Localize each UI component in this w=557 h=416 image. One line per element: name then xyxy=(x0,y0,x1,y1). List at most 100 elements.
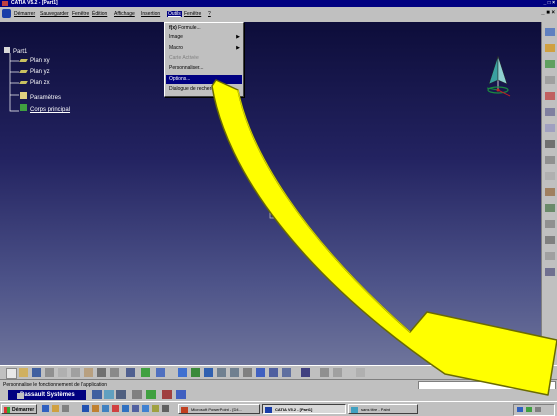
measure-icon[interactable] xyxy=(156,368,165,377)
workbench-icon[interactable] xyxy=(176,390,186,399)
origin-axis-icon xyxy=(269,206,283,219)
dassault-tab[interactable]: Dassault Systèmes xyxy=(8,390,86,400)
material-icon[interactable] xyxy=(320,368,329,377)
app-icon[interactable] xyxy=(132,405,139,412)
catia-logo-icon xyxy=(2,9,11,18)
new-icon[interactable] xyxy=(6,368,17,379)
thickness-icon[interactable] xyxy=(545,220,555,228)
pan-icon[interactable] xyxy=(191,368,200,377)
menu-bar: Démarrer Sauvegarder Fenêtre Édition Aff… xyxy=(0,7,557,23)
app-icon[interactable] xyxy=(142,405,149,412)
menu-file[interactable]: Fenêtre xyxy=(72,11,89,17)
menu-item-macro[interactable]: Macro ▶ xyxy=(166,44,242,53)
lighting-icon[interactable] xyxy=(333,368,342,377)
zoom-out-icon[interactable] xyxy=(230,368,239,377)
sketch-icon[interactable] xyxy=(356,368,365,377)
menu-start[interactable]: Démarrer xyxy=(14,11,35,17)
desktop-icon[interactable] xyxy=(62,405,69,412)
app-icon[interactable] xyxy=(92,405,99,412)
chamfer-icon[interactable] xyxy=(545,172,555,180)
workbench-icon[interactable] xyxy=(132,390,142,399)
window-controls[interactable]: _ □ × xyxy=(544,0,556,7)
menu-view[interactable]: Affichage xyxy=(114,11,135,17)
normal-view-icon[interactable] xyxy=(243,368,252,377)
fit-all-icon[interactable] xyxy=(178,368,187,377)
pattern-icon[interactable] xyxy=(545,268,555,276)
fillet-icon[interactable] xyxy=(545,156,555,164)
menu-insert[interactable]: Insertion xyxy=(141,11,160,17)
copy-icon[interactable] xyxy=(71,368,80,377)
rib-icon[interactable] xyxy=(545,124,555,132)
menu-item-options[interactable]: Options... xyxy=(166,75,242,84)
tray-icon[interactable] xyxy=(517,407,523,412)
zoom-in-icon[interactable] xyxy=(217,368,226,377)
hide-show-icon[interactable] xyxy=(282,368,291,377)
sketcher-icon[interactable] xyxy=(545,28,555,36)
menu-item-customize[interactable]: Personnaliser... xyxy=(166,64,242,73)
ds-logo-icon xyxy=(17,393,24,399)
menu-tools[interactable]: Outils xyxy=(167,11,182,17)
app-icon[interactable] xyxy=(82,405,89,412)
pad-icon[interactable] xyxy=(545,44,555,52)
swap-space-icon[interactable] xyxy=(301,368,310,377)
menu-help[interactable]: ? xyxy=(208,11,211,17)
app-icon[interactable] xyxy=(162,405,169,412)
print-icon[interactable] xyxy=(45,368,54,377)
catalog-icon[interactable] xyxy=(141,368,150,377)
task-paint[interactable]: sans titre - Paint xyxy=(348,404,418,414)
mdi-window-controls[interactable]: _ ■ × xyxy=(541,10,555,16)
powerpoint-icon xyxy=(181,407,188,413)
dassault-label: Dassault Systèmes xyxy=(20,392,75,398)
rotate-icon[interactable] xyxy=(204,368,213,377)
menu-edit[interactable]: Édition xyxy=(92,11,107,17)
app-icon[interactable] xyxy=(122,405,129,412)
app-tray-icons xyxy=(82,405,182,413)
thread-icon[interactable] xyxy=(545,236,555,244)
save-icon[interactable] xyxy=(32,368,41,377)
menu-save[interactable]: Sauvegarder xyxy=(40,11,69,17)
open-icon[interactable] xyxy=(19,368,28,377)
view-iso-icon[interactable] xyxy=(256,368,265,377)
workbench-icon[interactable] xyxy=(146,390,156,399)
tools-dropdown-menu: f(x) Formule... Image ▶ Macro ▶ Carte Acti… xyxy=(164,22,244,97)
submenu-arrow-icon: ▶ xyxy=(236,34,240,40)
start-button[interactable]: Démarrer xyxy=(1,404,37,414)
explorer-icon[interactable] xyxy=(52,405,59,412)
3d-viewport[interactable]: Part1 Plan xy Plan yz Plan zx Paramètres… xyxy=(0,22,541,365)
menu-item-search-dialog[interactable]: Dialogue de recherche xyxy=(166,85,242,94)
workbench-icon[interactable] xyxy=(116,390,126,399)
paste-icon[interactable] xyxy=(84,368,93,377)
draft-icon[interactable] xyxy=(545,188,555,196)
pocket-icon[interactable] xyxy=(545,60,555,68)
hole-icon[interactable] xyxy=(545,108,555,116)
ie-icon[interactable] xyxy=(42,405,49,412)
task-catia[interactable]: CATIA V5.2 - [Part1] xyxy=(262,404,346,414)
mirror-icon[interactable] xyxy=(545,252,555,260)
cut-icon[interactable] xyxy=(58,368,67,377)
tray-icon[interactable] xyxy=(535,407,541,412)
system-tray xyxy=(513,404,555,416)
tree-item-main-body[interactable]: Corps principal xyxy=(20,104,70,113)
workbench-icon[interactable] xyxy=(162,390,172,399)
app-icon[interactable] xyxy=(102,405,109,412)
workbench-icon[interactable] xyxy=(92,390,102,399)
tree-item-parameters[interactable]: Paramètres xyxy=(20,92,61,101)
window-title-bar: CATIA V5.2 - [Part1] _ □ × xyxy=(0,0,557,7)
tray-icon[interactable] xyxy=(526,407,532,412)
shaft-icon[interactable] xyxy=(545,76,555,84)
menu-window[interactable]: Fenêtre xyxy=(184,11,201,17)
menu-item-image[interactable]: Image ▶ xyxy=(166,33,242,42)
undo-icon[interactable] xyxy=(97,368,106,377)
shell-icon[interactable] xyxy=(545,204,555,212)
shading-icon[interactable] xyxy=(269,368,278,377)
slot-icon[interactable] xyxy=(545,140,555,148)
app-icon[interactable] xyxy=(152,405,159,412)
groove-icon[interactable] xyxy=(545,92,555,100)
menu-item-formula[interactable]: f(x) Formule... xyxy=(166,24,242,33)
app-icon[interactable] xyxy=(112,405,119,412)
formula-icon[interactable] xyxy=(126,368,135,377)
workbench-icon[interactable] xyxy=(104,390,114,399)
windows-taskbar: Démarrer Microsoft PowerPoint - [D4... C… xyxy=(0,401,557,416)
task-powerpoint[interactable]: Microsoft PowerPoint - [D4... xyxy=(178,404,260,414)
redo-icon[interactable] xyxy=(110,368,119,377)
